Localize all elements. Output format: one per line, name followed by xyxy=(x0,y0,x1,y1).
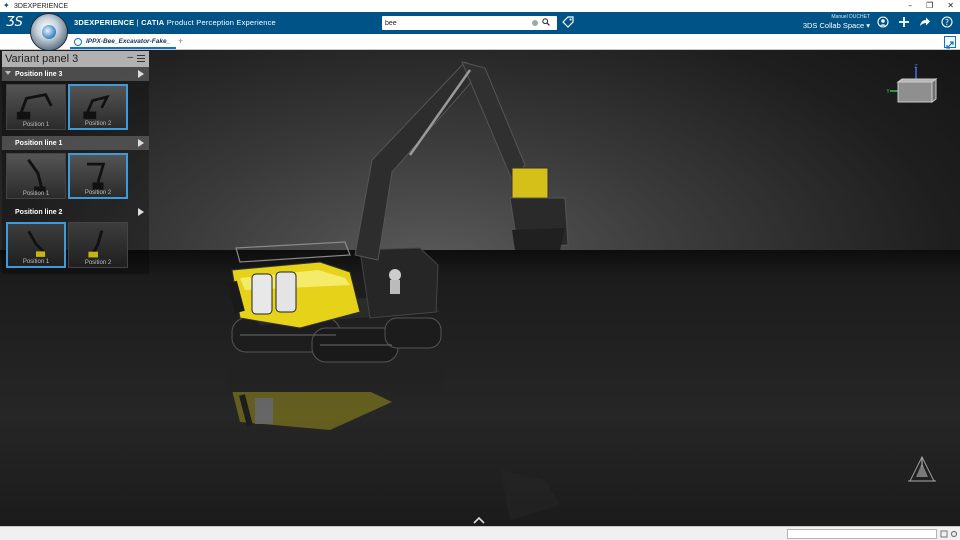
fullscreen-icon[interactable] xyxy=(944,36,956,49)
filter-icon[interactable] xyxy=(940,530,948,538)
excavator-reflection xyxy=(225,368,560,520)
search-icon[interactable] xyxy=(542,18,550,26)
product-icon xyxy=(74,38,82,46)
settings-icon[interactable] xyxy=(950,530,958,538)
search-input[interactable] xyxy=(385,17,530,29)
restore-button[interactable]: ❐ xyxy=(926,0,933,12)
minimize-button[interactable]: – xyxy=(908,0,912,12)
orientation-cube[interactable]: Z Y xyxy=(882,62,944,106)
variant-thumbnail-selected[interactable]: Position 2 xyxy=(68,153,128,199)
play-icon[interactable] xyxy=(138,70,144,78)
app-window: ✦ 3DEXPERIENCE – ❐ ✕ ƷS 3DEXPERIENCE | C… xyxy=(0,0,960,540)
user-icon[interactable] xyxy=(877,16,889,28)
variant-panel: Variant panel 3 – Position line 3 Positi… xyxy=(2,51,149,274)
thumbnail-label: Position 1 xyxy=(22,259,50,265)
svg-text:?: ? xyxy=(945,18,949,27)
close-button[interactable]: ✕ xyxy=(947,0,954,12)
add-icon[interactable] xyxy=(898,16,910,28)
ds-logo-icon: ✦ xyxy=(3,1,10,10)
variant-thumbnail[interactable]: Position 1 xyxy=(6,84,66,130)
3ds-logo-icon[interactable]: ƷS xyxy=(6,15,23,30)
compass-play-icon[interactable] xyxy=(42,25,56,39)
variant-thumbnail-selected[interactable]: Position 1 xyxy=(6,222,66,268)
position-line-3-thumbnails: Position 1 Position 2 xyxy=(2,81,149,136)
user-block[interactable]: Manuel DUCHET 3DS Collab Space ▾ xyxy=(790,14,870,30)
thumbnail-label: Position 1 xyxy=(22,122,50,128)
tab-document-label: IPPX-Bee_Excavator-Fake_ xyxy=(86,38,171,45)
collapse-arrow-icon[interactable] xyxy=(5,71,11,75)
status-bar xyxy=(0,526,960,540)
position-line-1-thumbnails: Position 1 Position 2 xyxy=(2,150,149,205)
tag-icon[interactable] xyxy=(562,16,574,28)
variant-thumbnail-selected[interactable]: Position 2 xyxy=(68,84,128,130)
play-icon[interactable] xyxy=(138,208,144,216)
position-line-label: Position line 1 xyxy=(15,139,63,147)
play-icon[interactable] xyxy=(138,139,144,147)
minimize-panel-button[interactable]: – xyxy=(127,53,133,63)
os-title-bar: ✦ 3DEXPERIENCE – ❐ ✕ xyxy=(0,0,960,12)
tab-strip: IPPX-Bee_Excavator-Fake_ + xyxy=(0,34,960,50)
share-icon[interactable] xyxy=(919,16,931,28)
position-line-3-header[interactable]: Position line 3 xyxy=(2,67,149,81)
svg-text:Z: Z xyxy=(914,64,918,70)
position-line-label: Position line 2 xyxy=(15,208,63,216)
thumbnail-label: Position 1 xyxy=(22,191,50,197)
command-input[interactable] xyxy=(787,529,937,539)
position-line-1-header[interactable]: Position line 1 xyxy=(2,136,149,150)
3d-compass-icon[interactable] xyxy=(30,13,68,51)
thumbnail-label: Position 2 xyxy=(84,121,112,127)
variant-thumbnail[interactable]: Position 2 xyxy=(68,222,128,268)
add-tab-button[interactable]: + xyxy=(178,36,183,46)
position-line-2-header[interactable]: Position line 2 xyxy=(2,205,149,219)
navigation-cursor-icon[interactable] xyxy=(906,455,938,485)
app-title: 3DEXPERIENCE | CATIA Product Perception … xyxy=(74,18,276,27)
panel-menu-icon[interactable] xyxy=(137,55,145,62)
help-icon[interactable]: ? xyxy=(941,16,953,28)
search-box xyxy=(382,16,557,30)
position-line-2-thumbnails: Position 1 Position 2 xyxy=(2,219,149,274)
variant-panel-title: Variant panel 3 xyxy=(5,53,79,65)
window-controls: – ❐ ✕ xyxy=(908,0,954,12)
top-bar: ƷS 3DEXPERIENCE | CATIA Product Percepti… xyxy=(0,12,960,34)
brand-label: 3DEXPERIENCE xyxy=(74,18,135,27)
tab-document[interactable]: IPPX-Bee_Excavator-Fake_ xyxy=(70,35,177,49)
position-line-label: Position line 3 xyxy=(15,70,63,78)
variant-panel-header[interactable]: Variant panel 3 – xyxy=(2,51,149,67)
clear-search-icon[interactable] xyxy=(532,20,538,26)
expand-toolbar-icon[interactable] xyxy=(473,516,485,524)
excavator-boom xyxy=(354,61,569,261)
variant-thumbnail[interactable]: Position 1 xyxy=(6,153,66,199)
collab-space-selector[interactable]: 3DS Collab Space ▾ xyxy=(790,21,870,30)
svg-text:Y: Y xyxy=(885,89,890,95)
os-window-title: 3DEXPERIENCE xyxy=(14,2,69,10)
thumbnail-label: Position 2 xyxy=(84,190,112,196)
excavator-cabin xyxy=(227,241,361,329)
app-name: Product Perception Experience xyxy=(166,18,276,27)
thumbnail-label: Position 2 xyxy=(84,260,112,266)
product-label: CATIA xyxy=(141,18,165,27)
user-name: Manuel DUCHET xyxy=(831,14,870,20)
